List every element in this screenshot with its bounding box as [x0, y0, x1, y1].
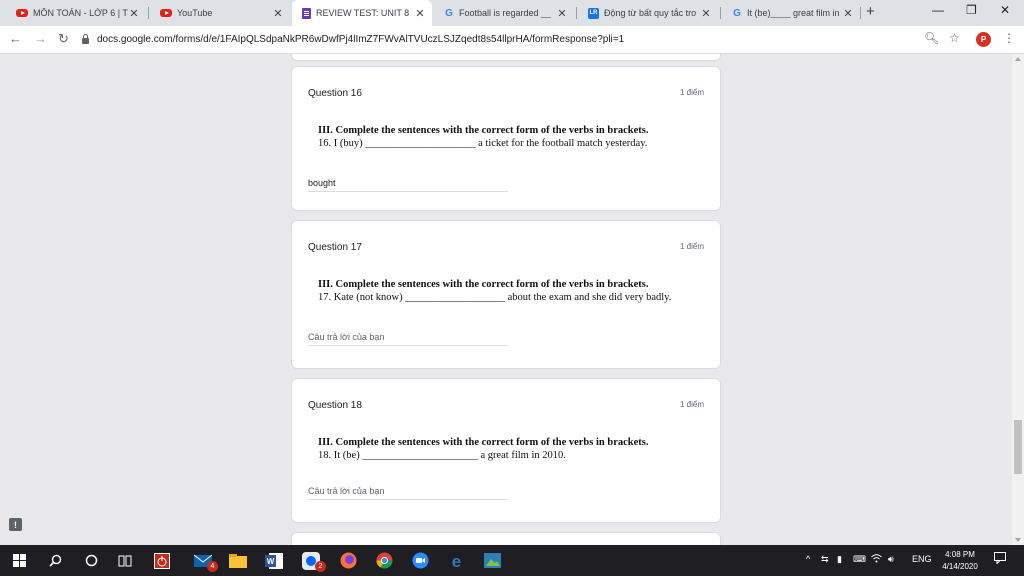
system-clock[interactable]: 4:08 PM 4/14/2020 [936, 549, 984, 573]
chrome-icon[interactable] [374, 551, 394, 570]
question-card-16: Question 16 1 điểm III. Complete the sen… [291, 66, 721, 211]
tab-title: REVIEW TEST: UNIT 8 [316, 8, 410, 18]
previous-question-card [291, 54, 721, 61]
question-card-18: Question 18 1 điểm III. Complete the sen… [291, 378, 721, 523]
zoom-icon[interactable]: 🔍︎ [924, 31, 939, 45]
url-text: docs.google.com/forms/d/e/1FAIpQLSdpaNkP… [97, 34, 625, 45]
question-instruction: III. Complete the sentences with the cor… [318, 125, 649, 136]
question-text: III. Complete the sentences with the cor… [318, 436, 648, 462]
tab-title: YouTube [177, 8, 213, 18]
close-window-button[interactable]: ✕ [1000, 3, 1010, 17]
show-hidden-icons[interactable]: ^ [806, 554, 810, 564]
mail-icon[interactable]: 4 [192, 551, 218, 572]
windows-start-icon[interactable] [10, 551, 28, 570]
photos-icon[interactable] [482, 551, 502, 570]
scrollbar-thumb[interactable] [1014, 420, 1022, 474]
tab-dong-tu[interactable]: LR Động từ bất quy tắc tro ✕ [578, 0, 718, 26]
browser-toolbar: ← → ↻ docs.google.com/forms/d/e/1FAIpQLS… [0, 26, 1024, 54]
question-sentence: 18. It (be) ______________________ a gre… [318, 450, 566, 461]
answer-input[interactable]: Câu trả lời của bạn [308, 486, 508, 500]
question-points: 1 điểm [679, 400, 704, 409]
question-text: III. Complete the sentences with the cor… [318, 124, 648, 150]
close-icon[interactable]: ✕ [700, 7, 712, 20]
tab-youtube[interactable]: YouTube ✕ [150, 0, 290, 26]
back-icon[interactable]: ← [9, 31, 22, 46]
forward-icon[interactable]: → [34, 31, 47, 46]
answer-input[interactable]: Câu trả lời của bạn [308, 332, 508, 346]
question-card-17: Question 17 1 điểm III. Complete the sen… [291, 220, 721, 369]
youtube-icon [16, 9, 28, 17]
tab-football[interactable]: G Football is regarded __ ✕ [434, 0, 574, 26]
google-icon: G [445, 7, 453, 19]
restore-button[interactable]: ❐ [966, 3, 977, 17]
answer-input[interactable]: bought [308, 178, 508, 192]
question-title: Question 16 [308, 88, 362, 99]
tab-title: MÔN TOÁN - LỚP 6 | Ti [33, 8, 128, 18]
close-icon[interactable]: ✕ [556, 7, 568, 20]
windows-taskbar: 4 W 2 e ^ ⇆ ▮ ⌨ 🔊︎ ENG 4:08 PM 4/14/2020 [0, 545, 1024, 576]
lr-icon: LR [588, 7, 599, 19]
new-tab-button[interactable]: + [866, 3, 875, 20]
scrollbar[interactable] [1012, 54, 1024, 545]
edge-icon[interactable]: e [446, 551, 466, 570]
scroll-down-icon[interactable] [1015, 538, 1021, 542]
clock-date: 4/14/2020 [942, 562, 978, 571]
app-power-icon[interactable] [152, 551, 172, 570]
menu-dots-icon[interactable]: ⋮ [1003, 31, 1015, 45]
question-title: Question 17 [308, 242, 362, 253]
tab-title: It (be)____ great film in [747, 8, 840, 18]
google-icon: G [733, 7, 741, 19]
form-content: Question 16 1 điểm III. Complete the sen… [0, 54, 1012, 545]
keyboard-icon[interactable]: ⌨ [853, 554, 866, 565]
question-instruction: III. Complete the sentences with the cor… [318, 279, 649, 290]
question-points: 1 điểm [679, 88, 704, 97]
question-text: III. Complete the sentences with the cor… [318, 278, 671, 304]
close-icon[interactable]: ✕ [842, 7, 854, 20]
question-sentence: 16. I (buy) _____________________ a tick… [318, 138, 648, 149]
network-share-icon[interactable]: ⇆ [821, 554, 829, 565]
notifications-icon[interactable] [994, 552, 1006, 566]
task-view-icon[interactable] [116, 551, 134, 570]
bookmark-star-icon[interactable]: ☆ [949, 31, 960, 45]
volume-icon[interactable]: 🔊︎ [888, 554, 894, 565]
minimize-button[interactable]: — [932, 3, 944, 17]
svg-text:e: e [451, 552, 460, 569]
zalo-badge: 2 [315, 561, 326, 572]
language-indicator[interactable]: ENG [912, 554, 932, 564]
close-icon[interactable]: ✕ [272, 7, 284, 20]
lock-icon [82, 33, 89, 44]
address-bar[interactable]: docs.google.com/forms/d/e/1FAIpQLSdpaNkP… [82, 29, 974, 50]
reload-icon[interactable]: ↻ [58, 31, 69, 47]
file-explorer-icon[interactable] [228, 551, 248, 570]
zoom-meeting-icon[interactable] [410, 551, 430, 570]
cortana-icon[interactable] [82, 551, 100, 570]
tab-title: Football is regarded __ [459, 8, 552, 18]
question-instruction: III. Complete the sentences with the cor… [318, 437, 649, 448]
question-points: 1 điểm [679, 242, 704, 251]
usb-icon[interactable]: ▮ [837, 554, 842, 565]
avatar[interactable]: P [976, 32, 991, 47]
feedback-icon[interactable]: ! [9, 518, 22, 531]
tab-it-be[interactable]: G It (be)____ great film in ✕ [722, 0, 860, 26]
close-icon[interactable]: ✕ [128, 7, 140, 20]
clock-time: 4:08 PM [945, 550, 975, 559]
scroll-up-icon[interactable] [1015, 57, 1021, 61]
google-forms-icon [302, 7, 311, 19]
next-question-card [291, 532, 721, 545]
tab-mon-toan[interactable]: MÔN TOÁN - LỚP 6 | Ti ✕ [6, 0, 146, 26]
firefox-icon[interactable] [338, 551, 358, 570]
tab-strip: MÔN TOÁN - LỚP 6 | Ti ✕ YouTube ✕ REVIEW… [0, 0, 1024, 26]
wifi-icon[interactable] [871, 554, 882, 565]
zalo-icon[interactable]: 2 [300, 551, 326, 572]
youtube-icon [160, 9, 172, 17]
tab-review-test[interactable]: REVIEW TEST: UNIT 8 ✕ [292, 0, 432, 26]
search-icon[interactable] [46, 551, 64, 570]
tab-title: Động từ bất quy tắc tro [604, 8, 697, 18]
svg-text:W: W [267, 557, 275, 566]
mail-badge: 4 [207, 561, 218, 572]
word-icon[interactable]: W [264, 551, 284, 570]
question-sentence: 17. Kate (not know) ___________________ … [318, 292, 672, 303]
question-title: Question 18 [308, 400, 362, 411]
close-icon[interactable]: ✕ [414, 7, 426, 20]
